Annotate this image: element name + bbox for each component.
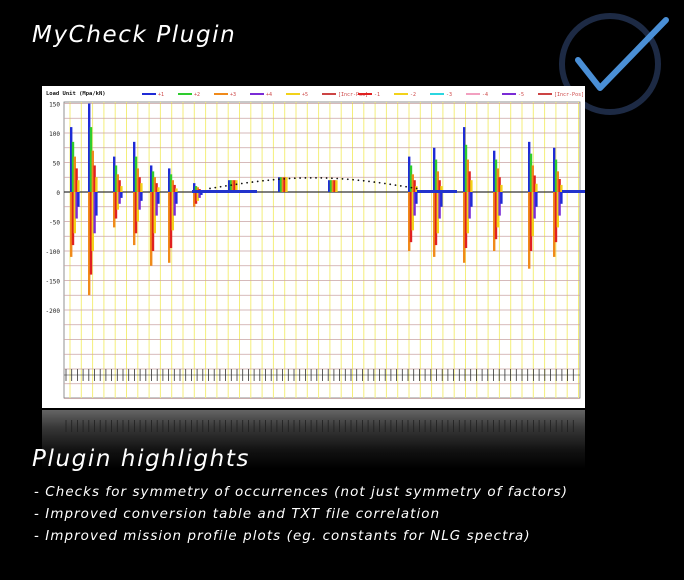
curve-point [368, 180, 370, 183]
plot-frame [63, 101, 581, 399]
curve-point [378, 181, 381, 184]
bar-negative [77, 192, 80, 207]
curve-point [304, 177, 307, 179]
highlight-item: - Checks for symmetry of occurrences (no… [34, 485, 569, 500]
curve-point [219, 185, 222, 188]
bar-negative [440, 192, 443, 207]
chart-screenshot: 150 100 50 0 -50 -100 -150 -200 Load Unit (Mpa/k… [42, 86, 585, 408]
series-band [562, 190, 585, 193]
curve-point [399, 185, 402, 187]
bar-negative [120, 192, 123, 198]
curve-point [246, 181, 249, 184]
curve-point [373, 181, 376, 183]
curve-point [267, 179, 270, 182]
curve-point [352, 178, 354, 181]
curve-point [384, 182, 386, 185]
legend-label: +2 [194, 92, 200, 98]
curve-point [320, 177, 323, 179]
curve-point [331, 177, 333, 180]
bar-positive [140, 183, 143, 192]
bar-negative [95, 192, 98, 216]
legend-label: +3 [230, 92, 236, 98]
curve-point [362, 179, 365, 182]
load-chart: 150 100 50 0 -50 -100 -150 -200 Load Unit (Mpa/k… [46, 91, 585, 399]
curve-point [336, 177, 339, 180]
logo-check [575, 17, 669, 91]
curve-point [240, 182, 243, 185]
series-band [217, 190, 257, 193]
bar-negative [535, 192, 538, 207]
y-tick-label: 0 [56, 190, 60, 197]
bar-negative [470, 192, 473, 207]
curve-point [341, 177, 344, 180]
bar-positive [120, 186, 123, 192]
y-tick-label: 100 [49, 131, 60, 138]
series-band [417, 190, 457, 193]
highlight-item: - Improved conversion table and TXT file… [34, 507, 441, 522]
curve-point [389, 183, 392, 186]
highlights-title: Plugin highlights [32, 446, 251, 472]
legend-label: -5 [518, 92, 524, 98]
y-tick-label: 150 [49, 102, 60, 109]
curve-point [272, 178, 275, 181]
curve-point [251, 181, 254, 183]
curve-point [262, 179, 264, 182]
curve-point [394, 184, 397, 186]
legend-label: -1 [374, 92, 380, 98]
y-axis-label: Load Unit (Mpa/kN) [46, 91, 106, 97]
bar-negative [415, 192, 418, 204]
curve-point [225, 185, 227, 187]
curve-point [278, 178, 280, 181]
legend-label: +1 [158, 92, 164, 98]
y-tick-label: -200 [46, 308, 61, 315]
curve-point [256, 180, 259, 183]
bar-negative [500, 192, 503, 204]
curve-point [405, 185, 407, 188]
bar-positive [95, 177, 98, 192]
legend-label: +5 [302, 92, 308, 98]
bar-positive [335, 180, 338, 192]
bar-negative [140, 192, 143, 201]
bar-positive [175, 188, 178, 192]
bar-positive [535, 183, 538, 192]
y-tick-label: 50 [53, 161, 61, 168]
curve-point [235, 183, 238, 186]
curve-point [283, 177, 286, 180]
highlights-list: - Checks for symmetry of occurrences (no… [34, 482, 568, 548]
curve-point [315, 176, 317, 179]
slide: MyCheck Plugin 150 100 50 0 -50 -100 -150 -200 L… [0, 0, 684, 580]
curve-point [288, 177, 291, 180]
curve-point [410, 186, 413, 189]
y-tick-label: -100 [46, 249, 61, 256]
bar-negative [560, 192, 563, 204]
curve-point [357, 179, 360, 182]
legend-label: -3 [446, 92, 452, 98]
curve-point [293, 177, 296, 180]
legend-label: -2 [410, 92, 416, 98]
bar-negative [175, 192, 178, 204]
bar-positive [470, 180, 473, 192]
bar-positive [77, 180, 80, 192]
legend-label: -4 [482, 92, 488, 98]
legend-label: [Incr-Pos] [554, 92, 584, 98]
curve-point [214, 186, 217, 189]
slide-title: MyCheck Plugin [32, 22, 237, 48]
curve-point [415, 187, 418, 190]
curve-point [230, 184, 233, 186]
bar-positive [500, 184, 503, 192]
highlight-item: - Improved mission profile plots (eg. co… [34, 529, 531, 544]
bar-positive [285, 177, 288, 192]
curve-point [309, 176, 312, 179]
curve-point [325, 177, 328, 179]
curve-point [346, 178, 349, 181]
bar-positive [157, 187, 160, 192]
y-tick-label: -150 [46, 279, 61, 286]
curve-point [209, 187, 211, 190]
bar-negative [157, 192, 160, 204]
legend-label: +4 [266, 92, 272, 98]
y-tick-label: -50 [49, 220, 60, 227]
curve-point [299, 177, 301, 179]
